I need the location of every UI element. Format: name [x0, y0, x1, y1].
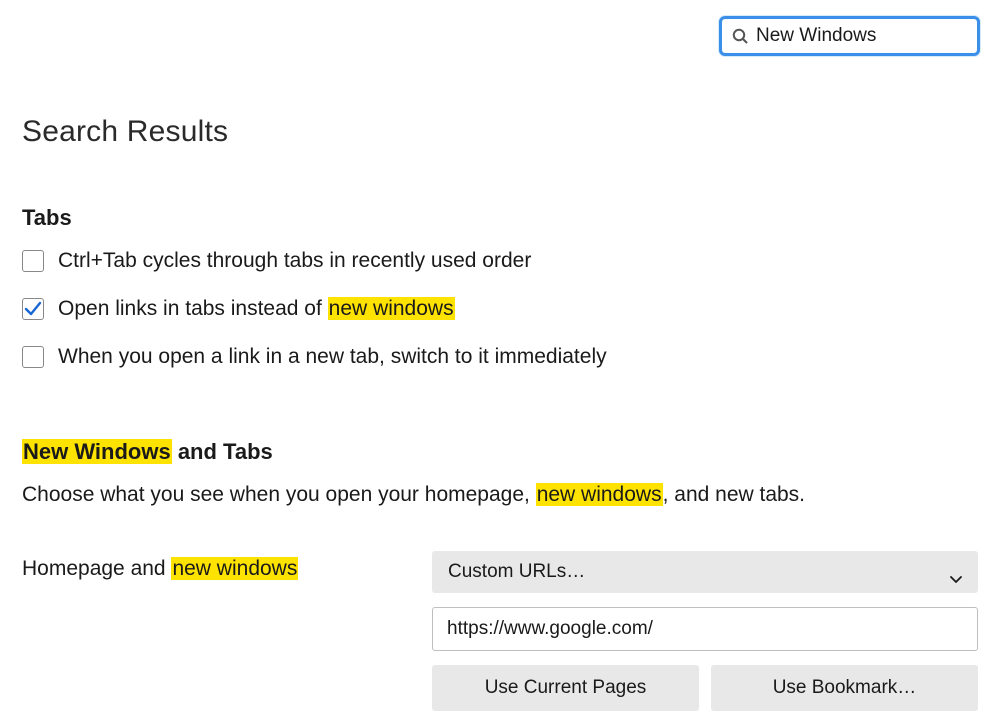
tabs-heading: Tabs	[22, 205, 978, 231]
use-bookmark-button[interactable]: Use Bookmark…	[711, 665, 978, 711]
search-box[interactable]	[719, 16, 980, 56]
search-icon	[732, 28, 748, 44]
checkbox-open-links[interactable]	[22, 298, 44, 320]
page-title: Search Results	[22, 115, 978, 149]
windows-heading: New Windows and Tabs	[22, 439, 978, 465]
search-input[interactable]	[756, 25, 1000, 47]
checkbox-row-open-links: Open links in tabs instead of new window…	[22, 297, 978, 321]
checkbox-row-switch-tab: When you open a link in a new tab, switc…	[22, 345, 978, 369]
checkbox-ctrl-tab[interactable]	[22, 250, 44, 272]
chevron-down-icon	[950, 568, 962, 576]
checkbox-switch-tab[interactable]	[22, 346, 44, 368]
checkbox-label: Ctrl+Tab cycles through tabs in recently…	[58, 249, 531, 273]
homepage-label: Homepage and new windows	[22, 551, 432, 581]
windows-description: Choose what you see when you open your h…	[22, 483, 978, 507]
checkbox-row-ctrl-tab: Ctrl+Tab cycles through tabs in recently…	[22, 249, 978, 273]
select-value: Custom URLs…	[448, 561, 585, 582]
homepage-url-input[interactable]	[432, 607, 978, 651]
use-current-pages-button[interactable]: Use Current Pages	[432, 665, 699, 711]
checkbox-label: Open links in tabs instead of new window…	[58, 297, 455, 321]
homepage-select[interactable]: Custom URLs…	[432, 551, 978, 593]
checkbox-label: When you open a link in a new tab, switc…	[58, 345, 607, 369]
